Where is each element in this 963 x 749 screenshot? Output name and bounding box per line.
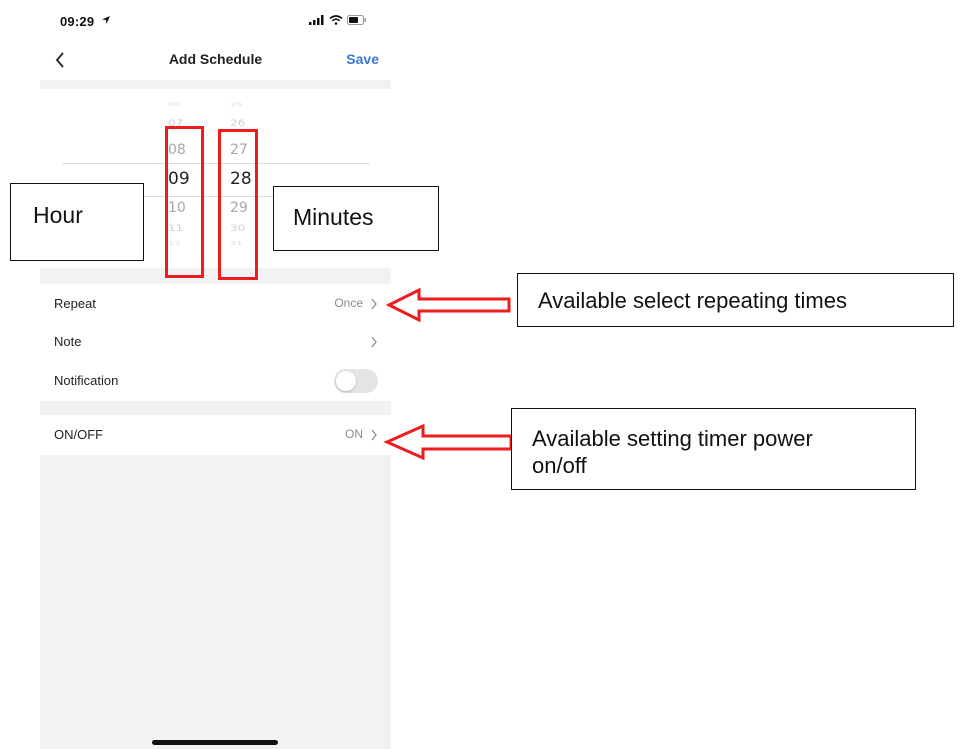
chevron-right-icon — [371, 336, 377, 348]
notification-toggle[interactable] — [334, 369, 378, 393]
timer-callout-line1: Available setting timer power — [532, 426, 813, 451]
minute-option[interactable]: 25 — [230, 101, 243, 107]
timer-arrow-icon — [383, 423, 513, 461]
status-bar: 09:29 — [40, 0, 391, 40]
toggle-knob — [336, 371, 356, 391]
battery-icon — [347, 15, 366, 25]
nav-bar: Add Schedule Save — [40, 40, 391, 80]
chevron-right-icon — [371, 429, 377, 441]
cellular-signal-icon — [309, 15, 324, 25]
on-off-value: ON — [345, 427, 363, 441]
on-off-row[interactable]: ON/OFF ON — [40, 415, 391, 455]
hour-callout-text: Hour — [33, 202, 83, 228]
hour-highlight-box — [165, 126, 204, 278]
hour-callout: Hour — [10, 183, 144, 261]
home-indicator[interactable] — [152, 740, 278, 745]
minute-option[interactable]: 26 — [230, 118, 245, 128]
notification-label: Notification — [54, 373, 119, 388]
repeat-callout-text: Available select repeating times — [538, 288, 847, 313]
repeat-arrow-icon — [385, 287, 511, 323]
chevron-right-icon — [371, 298, 377, 310]
screenshot-stage: 09:29 Add Schedule Save 06 07 08 09 10 1… — [0, 0, 963, 749]
repeat-value: Once — [334, 296, 363, 310]
repeat-callout: Available select repeating times — [517, 273, 954, 327]
wifi-icon — [329, 15, 343, 25]
hour-option[interactable]: 06 — [168, 101, 181, 107]
phone-screen: 09:29 Add Schedule Save 06 07 08 09 10 1… — [40, 0, 391, 749]
location-arrow-icon — [102, 16, 110, 24]
page-title: Add Schedule — [168, 51, 263, 67]
minutes-callout-text: Minutes — [293, 204, 374, 230]
on-off-label: ON/OFF — [54, 427, 104, 442]
minutes-callout: Minutes — [273, 186, 439, 251]
timer-callout-line2: on/off — [532, 453, 587, 478]
minute-highlight-box — [218, 129, 258, 280]
note-label: Note — [54, 334, 82, 349]
repeat-label: Repeat — [54, 296, 96, 311]
notification-row: Notification — [40, 361, 391, 401]
save-button[interactable]: Save — [346, 51, 379, 67]
picker-divider-top — [62, 163, 370, 164]
status-icons — [309, 13, 367, 27]
status-time: 09:29 — [60, 14, 95, 29]
repeat-row[interactable]: Repeat Once — [40, 284, 391, 324]
note-row[interactable]: Note — [40, 322, 391, 362]
timer-callout: Available setting timer power on/off — [511, 408, 916, 490]
